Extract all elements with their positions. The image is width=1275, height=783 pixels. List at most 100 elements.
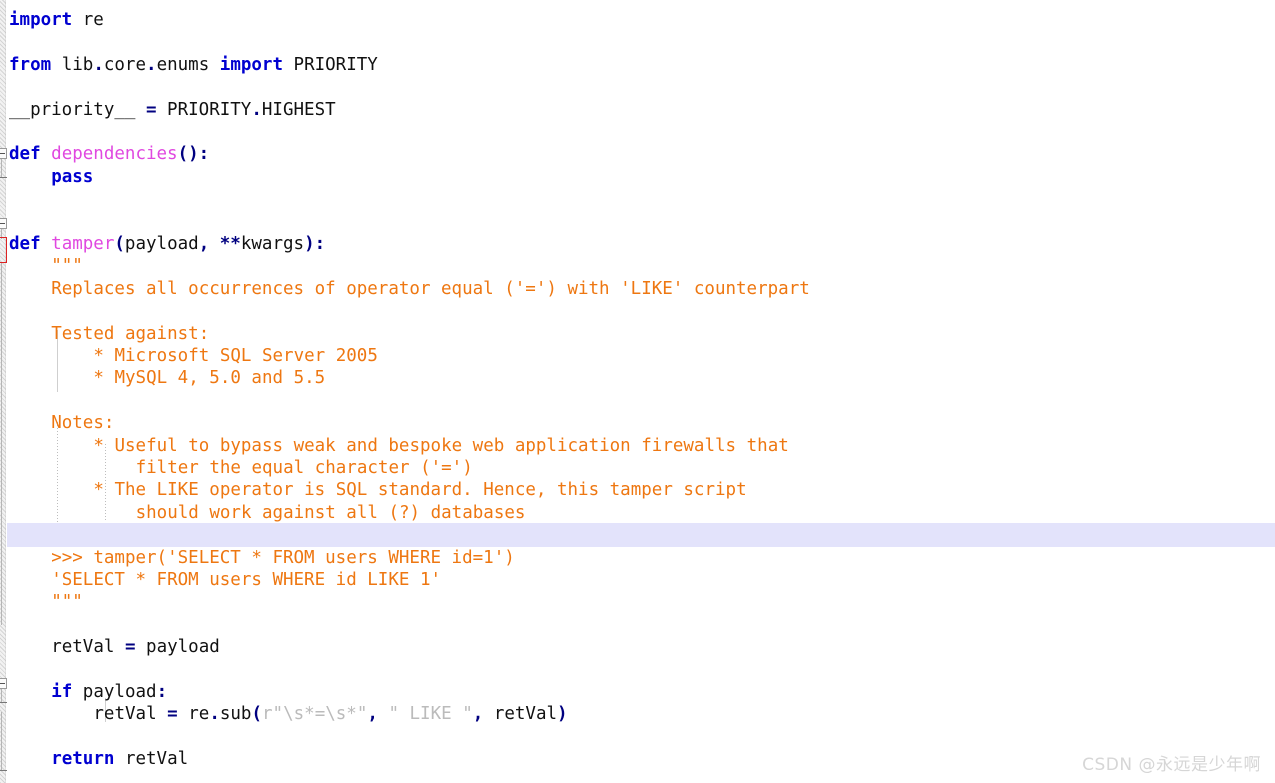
code-token-kw: import <box>219 54 283 75</box>
code-line-content: Replaces all occurrences of operator equ… <box>51 278 810 300</box>
code-line[interactable]: * The LIKE operator is SQL standard. Hen… <box>0 479 1275 501</box>
code-line[interactable] <box>0 211 1275 233</box>
code-token-plain: retVal <box>114 749 189 770</box>
code-token-op: = <box>145 99 157 120</box>
code-token-plain: sub <box>219 704 252 725</box>
code-token-punc: ( <box>251 704 263 725</box>
code-line[interactable]: """ <box>0 591 1275 613</box>
code-token-punc: , <box>472 704 494 725</box>
code-token-op: = <box>124 637 136 658</box>
code-line[interactable]: __priority__ = PRIORITY.HIGHEST <box>0 99 1275 121</box>
code-token-plain: enums <box>156 54 220 75</box>
code-line[interactable] <box>0 31 1275 53</box>
code-token-doc: """ <box>51 256 83 277</box>
code-line[interactable]: Notes: <box>0 412 1275 434</box>
code-token-fn: dependencies <box>51 144 178 165</box>
code-text-area[interactable]: import re from lib.core.enums import PRIO… <box>0 0 1275 783</box>
code-token-punc: (): <box>177 144 210 165</box>
code-line[interactable]: import re <box>0 9 1275 31</box>
code-line-content: import re <box>9 9 104 31</box>
code-line-content: if payload: <box>51 681 167 703</box>
fold-end-dependencies <box>0 177 7 178</box>
code-line[interactable] <box>0 300 1275 322</box>
code-line[interactable] <box>0 659 1275 681</box>
code-token-doc: * Microsoft SQL Server 2005 <box>93 346 378 366</box>
code-line[interactable] <box>0 524 1275 546</box>
code-line-content: * Useful to bypass weak and bespoke web … <box>93 435 788 457</box>
fold-marker-def-tamper[interactable] <box>0 218 7 229</box>
code-line-content: should work against all (?) databases <box>136 502 526 524</box>
code-line[interactable] <box>0 726 1275 748</box>
csdn-watermark: CSDN @永远是少年啊 <box>1082 755 1261 775</box>
code-token-punc: . <box>146 54 157 75</box>
code-line[interactable]: pass <box>0 166 1275 188</box>
code-line[interactable] <box>0 614 1275 636</box>
code-line[interactable]: * MySQL 4, 5.0 and 5.5 <box>0 367 1275 389</box>
code-token-kw: from <box>9 54 52 75</box>
fold-end-tamper <box>0 770 7 771</box>
code-line[interactable]: retVal = payload <box>0 636 1275 658</box>
code-token-punc: ) <box>557 704 568 725</box>
code-token-str: " LIKE " <box>388 704 473 725</box>
code-line[interactable]: """ <box>0 255 1275 277</box>
code-token-kw: def <box>9 234 41 254</box>
code-line[interactable]: * Microsoft SQL Server 2005 <box>0 345 1275 367</box>
code-line[interactable]: 'SELECT * FROM users WHERE id LIKE 1' <box>0 569 1275 591</box>
code-token-punc: : <box>156 682 168 702</box>
code-line[interactable]: filter the equal character ('=') <box>0 457 1275 479</box>
code-token-plain: core <box>103 54 147 75</box>
code-token-plain: retVal <box>493 704 558 725</box>
code-token-doc: Notes: <box>51 413 115 434</box>
code-line[interactable]: def tamper(payload, **kwargs): <box>0 233 1275 255</box>
code-line[interactable]: should work against all (?) databases <box>0 502 1275 524</box>
code-token-doc: filter the equal character ('=') <box>135 458 473 478</box>
code-token-plain: PRIORITY <box>156 99 252 120</box>
code-editor[interactable]: import re from lib.core.enums import PRIO… <box>0 0 1275 783</box>
code-token-doc: 'SELECT * FROM users WHERE id LIKE 1' <box>51 570 442 590</box>
code-line[interactable]: from lib.core.enums import PRIORITY <box>0 54 1275 76</box>
fold-end-if <box>0 702 7 703</box>
code-token-plain: HIGHEST <box>261 99 336 120</box>
code-line[interactable]: Tested against: <box>0 323 1275 345</box>
code-token-doc: Tested against: <box>51 323 210 344</box>
code-line-content: * The LIKE operator is SQL standard. Hen… <box>93 479 746 501</box>
code-token-plain: re <box>72 10 104 30</box>
code-token-kw: if <box>51 682 73 702</box>
code-token-doc: Replaces all occurrences of operator equ… <box>51 278 810 299</box>
code-line[interactable]: Replaces all occurrences of operator equ… <box>0 278 1275 300</box>
code-token-doc: should work against all (?) databases <box>135 502 526 523</box>
code-token-plain: retVal <box>51 637 125 658</box>
code-token-doc: * Useful to bypass weak and bespoke web … <box>93 435 789 456</box>
code-line-content: return retVal <box>51 748 188 770</box>
code-token-plain: kwargs <box>240 234 305 254</box>
code-token-doc: * The LIKE operator is SQL standard. Hen… <box>93 480 747 501</box>
code-line-content: filter the equal character ('=') <box>136 457 473 479</box>
fold-marker-def-dependencies[interactable] <box>0 148 7 159</box>
code-token-plain: payload <box>135 637 220 658</box>
code-line[interactable]: * Useful to bypass weak and bespoke web … <box>0 435 1275 457</box>
code-line[interactable] <box>0 390 1275 412</box>
fold-marker-if-payload[interactable] <box>0 678 7 689</box>
code-token-plain: __priority__ <box>9 99 146 120</box>
code-token-punc: , <box>367 704 389 725</box>
code-line[interactable]: if payload: <box>0 681 1275 703</box>
code-line[interactable]: retVal = re.sub(r"\s*=\s*", " LIKE ", re… <box>0 703 1275 725</box>
code-token-punc: , <box>198 234 220 254</box>
code-line[interactable] <box>0 76 1275 98</box>
code-token-punc: . <box>209 704 220 725</box>
code-line[interactable]: def dependencies(): <box>0 143 1275 165</box>
code-token-kw: return <box>51 749 115 770</box>
code-line[interactable] <box>0 188 1275 210</box>
code-token-str: r"\s*=\s*" <box>262 704 368 725</box>
code-line[interactable] <box>0 121 1275 143</box>
code-token-doc: """ <box>51 592 83 613</box>
code-line[interactable]: >>> tamper('SELECT * FROM users WHERE id… <box>0 547 1275 569</box>
code-line-content: from lib.core.enums import PRIORITY <box>9 54 378 76</box>
code-line-content: __priority__ = PRIORITY.HIGHEST <box>9 99 336 121</box>
code-token-plain: payload <box>124 234 199 254</box>
fold-marker-docstring[interactable] <box>0 237 7 263</box>
code-line-content: Notes: <box>51 412 114 434</box>
code-token-fn: tamper <box>51 234 115 254</box>
